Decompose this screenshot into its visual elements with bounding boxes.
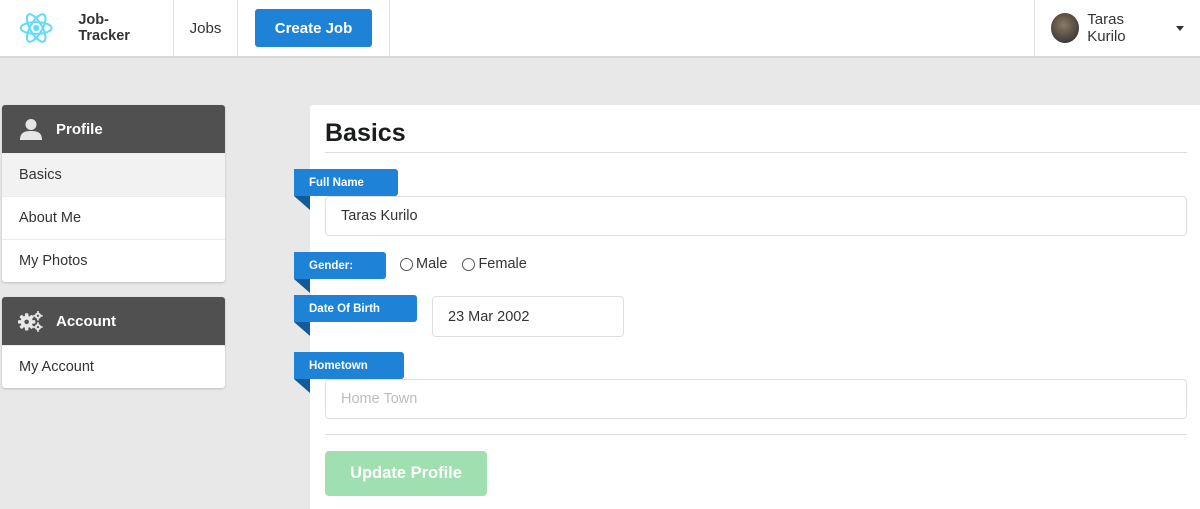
user-menu-dropdown[interactable]: Taras Kurilo (1034, 0, 1200, 56)
user-name: Taras Kurilo (1087, 11, 1126, 45)
account-menu-title: Account (56, 312, 116, 330)
page-title: Basics (325, 119, 406, 147)
hometown-input[interactable] (325, 379, 1187, 419)
gender-radio-female[interactable]: Female (462, 256, 527, 272)
sidebar-item-about-me[interactable]: About Me (2, 196, 225, 239)
profile-menu-header: Profile (2, 105, 225, 153)
full-name-label-text: Full Name (309, 176, 364, 189)
avatar (1051, 13, 1080, 43)
sidebar-item-label: My Photos (19, 253, 88, 269)
gears-icon (18, 308, 44, 334)
account-menu-header: Account (2, 297, 225, 345)
hometown-label-text: Hometown (309, 359, 368, 372)
sidebar-item-my-account[interactable]: My Account (2, 345, 225, 388)
radio-circle-icon[interactable] (400, 257, 413, 271)
gender-option-label: Male (416, 256, 448, 272)
date-of-birth-input[interactable] (432, 296, 624, 337)
nav-jobs-label: Jobs (189, 19, 222, 37)
sidebar-item-label: About Me (19, 210, 82, 226)
full-name-input[interactable] (325, 196, 1187, 236)
brand-name: Job-Tracker (78, 12, 130, 44)
gender-option-label: Female (478, 256, 527, 272)
form-divider (325, 434, 1187, 435)
gender-label: Gender: (294, 252, 386, 293)
profile-menu: Profile Basics About Me My Photos (2, 105, 225, 282)
sidebar-item-basics[interactable]: Basics (2, 153, 225, 196)
sidebar-item-label: Basics (19, 167, 62, 183)
gender-radio-group: Male Female (400, 256, 542, 272)
nav-jobs-link[interactable]: Jobs (174, 0, 238, 56)
radio-circle-icon[interactable] (462, 257, 476, 271)
gender-label-text: Gender: (309, 259, 354, 272)
update-profile-button[interactable]: Update Profile (325, 451, 487, 496)
date-of-birth-label-text: Date Of Birth (309, 302, 380, 315)
basics-form-panel: Basics Full Name Gender: Male Female Dat… (294, 105, 1200, 509)
create-job-button[interactable]: Create Job (255, 9, 372, 47)
sidebar-item-my-photos[interactable]: My Photos (2, 239, 225, 282)
react-atom-icon (19, 13, 53, 43)
gender-radio-male[interactable]: Male (400, 256, 447, 272)
caret-down-icon (1176, 25, 1184, 31)
brand-link[interactable]: Job-Tracker (0, 0, 174, 56)
sidebar-item-label: My Account (19, 359, 94, 375)
nav-create-container: Create Job (238, 0, 390, 56)
account-menu: Account My Account (2, 297, 225, 388)
full-name-label: Full Name (294, 169, 398, 210)
user-icon (18, 116, 44, 142)
top-nav: Job-Tracker Jobs Create Job Taras Kurilo (0, 0, 1200, 58)
title-divider (325, 152, 1187, 153)
hometown-label: Hometown (294, 352, 404, 393)
date-of-birth-label: Date Of Birth (294, 295, 417, 336)
profile-menu-title: Profile (56, 120, 103, 138)
